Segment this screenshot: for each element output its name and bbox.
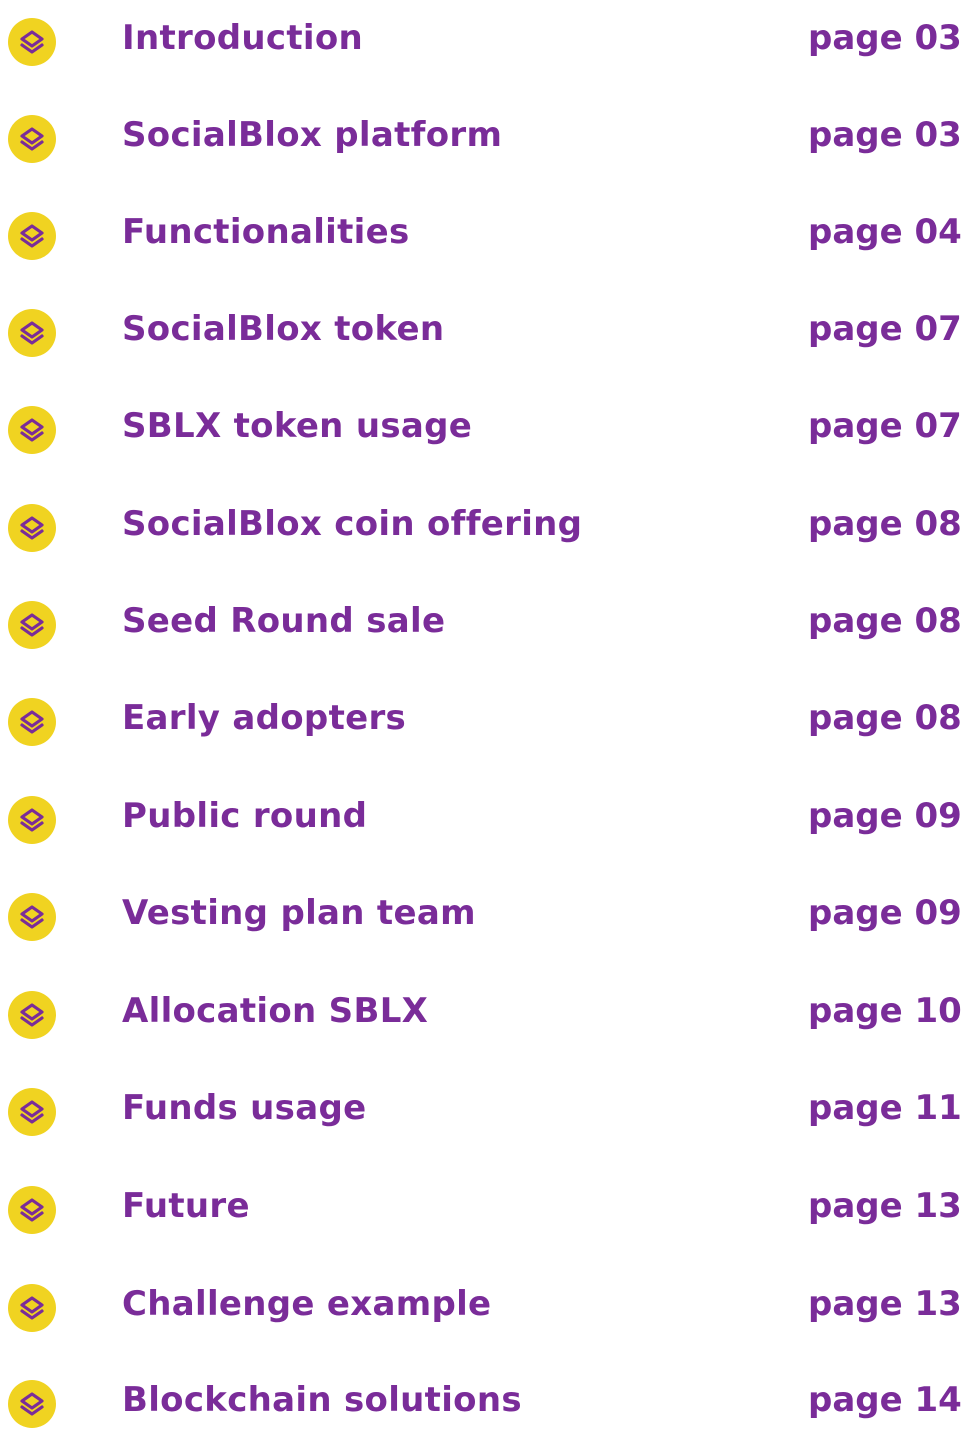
toc-entry-challenge-example[interactable]: Challenge example page 13: [0, 1274, 964, 1334]
toc-entry-future[interactable]: Future page 13: [0, 1176, 964, 1236]
toc-entry-title: Functionalities: [122, 212, 410, 252]
socialblox-logo-icon: [8, 504, 56, 552]
toc-entry-socialblox-platform[interactable]: SocialBlox platform page 03: [0, 105, 964, 165]
toc-entry-title: SBLX token usage: [122, 406, 473, 446]
socialblox-logo-icon: [8, 1380, 56, 1428]
toc-entry-socialblox-token[interactable]: SocialBlox token page 07: [0, 299, 964, 359]
toc-entry-page: page 08: [808, 601, 962, 641]
socialblox-logo-icon: [8, 18, 56, 66]
toc-entry-title: Blockchain solutions: [122, 1380, 522, 1420]
toc-entry-title: Vesting plan team: [122, 893, 476, 933]
toc-entry-socialblox-coin-offering[interactable]: SocialBlox coin offering page 08: [0, 494, 964, 554]
toc-entry-page: page 04: [808, 212, 962, 252]
toc-entry-title: Public round: [122, 796, 368, 836]
toc-entry-page: page 13: [808, 1284, 962, 1324]
toc-entry-title: SocialBlox platform: [122, 115, 503, 155]
toc-entry-introduction[interactable]: Introduction page 03: [0, 8, 964, 68]
socialblox-logo-icon: [8, 1088, 56, 1136]
socialblox-logo-icon: [8, 212, 56, 260]
toc-entry-page: page 09: [808, 893, 962, 933]
toc-entry-title: SocialBlox coin offering: [122, 504, 583, 544]
toc-entry-sblx-token-usage[interactable]: SBLX token usage page 07: [0, 396, 964, 456]
toc-entry-page: page 07: [808, 309, 962, 349]
table-of-contents: Introduction page 03 SocialBlox platform…: [0, 0, 964, 1428]
socialblox-logo-icon: [8, 601, 56, 649]
toc-entry-title: Funds usage: [122, 1088, 367, 1128]
toc-entry-early-adopters[interactable]: Early adopters page 08: [0, 688, 964, 748]
toc-entry-page: page 03: [808, 18, 962, 58]
socialblox-logo-icon: [8, 991, 56, 1039]
toc-entry-allocation-sblx[interactable]: Allocation SBLX page 10: [0, 981, 964, 1041]
toc-entry-title: Early adopters: [122, 698, 407, 738]
toc-entry-page: page 11: [808, 1088, 962, 1128]
toc-entry-title: SocialBlox token: [122, 309, 445, 349]
toc-entry-page: page 10: [808, 991, 962, 1031]
socialblox-logo-icon: [8, 893, 56, 941]
toc-entry-public-round[interactable]: Public round page 09: [0, 786, 964, 846]
toc-entry-page: page 13: [808, 1186, 962, 1226]
toc-entry-title: Future: [122, 1186, 250, 1226]
socialblox-logo-icon: [8, 698, 56, 746]
toc-entry-blockchain-solutions[interactable]: Blockchain solutions page 14: [0, 1370, 964, 1430]
toc-entry-page: page 14: [808, 1380, 962, 1420]
toc-entry-page: page 07: [808, 406, 962, 446]
toc-entry-page: page 03: [808, 115, 962, 155]
toc-entry-vesting-plan-team[interactable]: Vesting plan team page 09: [0, 883, 964, 943]
toc-entry-page: page 08: [808, 504, 962, 544]
socialblox-logo-icon: [8, 406, 56, 454]
toc-entry-seed-round-sale[interactable]: Seed Round sale page 08: [0, 591, 964, 651]
toc-entry-title: Seed Round sale: [122, 601, 446, 641]
socialblox-logo-icon: [8, 796, 56, 844]
socialblox-logo-icon: [8, 115, 56, 163]
toc-entry-title: Introduction: [122, 18, 364, 58]
toc-entry-page: page 09: [808, 796, 962, 836]
socialblox-logo-icon: [8, 309, 56, 357]
toc-entry-funds-usage[interactable]: Funds usage page 11: [0, 1078, 964, 1138]
toc-entry-page: page 08: [808, 698, 962, 738]
toc-entry-title: Challenge example: [122, 1284, 492, 1324]
socialblox-logo-icon: [8, 1284, 56, 1332]
toc-entry-functionalities[interactable]: Functionalities page 04: [0, 202, 964, 262]
socialblox-logo-icon: [8, 1186, 56, 1234]
toc-entry-title: Allocation SBLX: [122, 991, 429, 1031]
